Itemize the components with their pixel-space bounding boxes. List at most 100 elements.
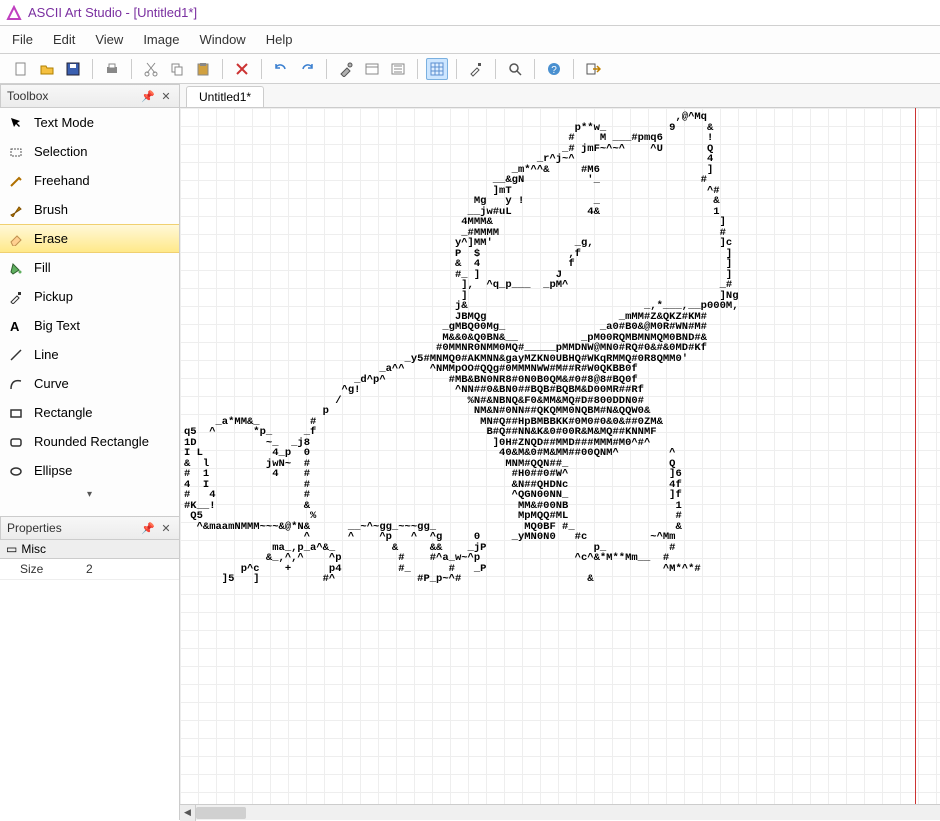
properties-group-label: Misc <box>21 542 46 556</box>
pin-icon[interactable]: 📌 <box>141 521 155 535</box>
properties-title: Properties <box>7 521 62 535</box>
toolbox-header: Toolbox 📌 ✕ <box>0 84 180 108</box>
ellipse-icon <box>8 463 24 479</box>
canvas-area: Untitled1* ,@^Mq p**w_ <box>180 84 940 820</box>
tool-label: Line <box>34 347 59 362</box>
layers-icon[interactable] <box>387 58 409 80</box>
menu-image[interactable]: Image <box>143 32 179 47</box>
tool-label: Pickup <box>34 289 73 304</box>
selection-icon <box>8 144 24 160</box>
tools-icon[interactable] <box>335 58 357 80</box>
save-icon[interactable] <box>62 58 84 80</box>
menu-edit[interactable]: Edit <box>53 32 75 47</box>
properties-group[interactable]: ▭ Misc <box>0 540 179 559</box>
canvas[interactable]: ,@^Mq p**w_ 9 & # M ___#pmq6 ! <box>180 108 940 804</box>
delete-icon[interactable] <box>231 58 253 80</box>
margin-ruler <box>915 108 916 804</box>
cut-icon[interactable] <box>140 58 162 80</box>
help-icon[interactable]: ? <box>543 58 565 80</box>
tool-text-mode[interactable]: Text Mode <box>0 108 179 137</box>
collapse-icon: ▭ <box>6 542 17 556</box>
tool-erase[interactable]: Erase <box>0 224 179 253</box>
toolbar-separator <box>222 59 223 79</box>
close-icon[interactable]: ✕ <box>159 521 173 535</box>
tool-pickup[interactable]: Pickup <box>0 282 179 311</box>
titlebar: ASCII Art Studio - [Untitled1*] <box>0 0 940 26</box>
toolbar-separator <box>495 59 496 79</box>
tool-rounded-rectangle[interactable]: Rounded Rectangle <box>0 427 179 456</box>
tool-ellipse[interactable]: Ellipse <box>0 456 179 485</box>
close-icon[interactable]: ✕ <box>159 89 173 103</box>
undo-icon[interactable] <box>270 58 292 80</box>
document-tab[interactable]: Untitled1* <box>186 86 264 107</box>
bigtext-icon: A <box>8 318 24 334</box>
print-icon[interactable] <box>101 58 123 80</box>
toolbar: ? <box>0 54 940 84</box>
tool-label: Freehand <box>34 173 90 188</box>
tool-label: Curve <box>34 376 69 391</box>
document-tabstrip: Untitled1* <box>180 84 940 108</box>
toolbar-separator <box>573 59 574 79</box>
pin-icon[interactable]: 📌 <box>141 89 155 103</box>
tool-selection[interactable]: Selection <box>0 137 179 166</box>
toolbox: Text ModeSelection Freehand Brush Erase Fill… <box>0 108 180 516</box>
scroll-track[interactable] <box>196 805 940 821</box>
tool-label: Erase <box>34 231 68 246</box>
new-icon[interactable] <box>10 58 32 80</box>
open-icon[interactable] <box>36 58 58 80</box>
tool-label: Brush <box>34 202 68 217</box>
toolbar-separator <box>326 59 327 79</box>
properties-header: Properties 📌 ✕ <box>0 516 180 540</box>
redo-icon[interactable] <box>296 58 318 80</box>
grid-icon[interactable] <box>426 58 448 80</box>
fill-icon <box>8 260 24 276</box>
app-logo-icon <box>6 5 22 21</box>
tool-label: Rounded Rectangle <box>34 434 149 449</box>
rectangle-icon <box>8 405 24 421</box>
freehand-icon <box>8 173 24 189</box>
toolbar-separator <box>417 59 418 79</box>
property-row[interactable]: Size 2 <box>0 559 179 580</box>
scroll-left-icon[interactable]: ◀ <box>180 805 196 821</box>
menu-view[interactable]: View <box>95 32 123 47</box>
main-area: Toolbox 📌 ✕ Text ModeSelection Freehand Br… <box>0 84 940 820</box>
erase-icon <box>8 231 24 247</box>
pointer-icon <box>8 115 24 131</box>
tool-big-text[interactable]: A Big Text <box>0 311 179 340</box>
tool-rectangle[interactable]: Rectangle <box>0 398 179 427</box>
tool-freehand[interactable]: Freehand <box>0 166 179 195</box>
toolbox-expand-icon[interactable]: ▾ <box>0 485 179 504</box>
copy-icon[interactable] <box>166 58 188 80</box>
options-icon[interactable] <box>361 58 383 80</box>
toolbar-separator <box>534 59 535 79</box>
toolbar-separator <box>456 59 457 79</box>
tool-label: Big Text <box>34 318 80 333</box>
menu-file[interactable]: File <box>12 32 33 47</box>
property-key: Size <box>0 559 80 579</box>
property-value[interactable]: 2 <box>80 559 179 579</box>
toolbar-separator <box>261 59 262 79</box>
pickup-icon <box>8 289 24 305</box>
toolbar-separator <box>92 59 93 79</box>
properties-panel: ▭ Misc Size 2 <box>0 540 180 820</box>
zoom-icon[interactable] <box>504 58 526 80</box>
line-icon <box>8 347 24 363</box>
brush-icon <box>8 202 24 218</box>
menu-help[interactable]: Help <box>266 32 293 47</box>
toolbox-title: Toolbox <box>7 89 48 103</box>
horizontal-scrollbar[interactable]: ◀ <box>180 804 940 820</box>
tool-brush[interactable]: Brush <box>0 195 179 224</box>
scroll-thumb[interactable] <box>196 807 246 819</box>
tool-fill[interactable]: Fill <box>0 253 179 282</box>
curve-icon <box>8 376 24 392</box>
tool-label: Fill <box>34 260 51 275</box>
svg-text:A: A <box>10 319 20 333</box>
menu-window[interactable]: Window <box>199 32 245 47</box>
roundrect-icon <box>8 434 24 450</box>
tool-line[interactable]: Line <box>0 340 179 369</box>
exit-icon[interactable] <box>582 58 604 80</box>
tool-curve[interactable]: Curve <box>0 369 179 398</box>
paste-icon[interactable] <box>192 58 214 80</box>
eyedropper-icon[interactable] <box>465 58 487 80</box>
left-column: Toolbox 📌 ✕ Text ModeSelection Freehand Br… <box>0 84 180 820</box>
